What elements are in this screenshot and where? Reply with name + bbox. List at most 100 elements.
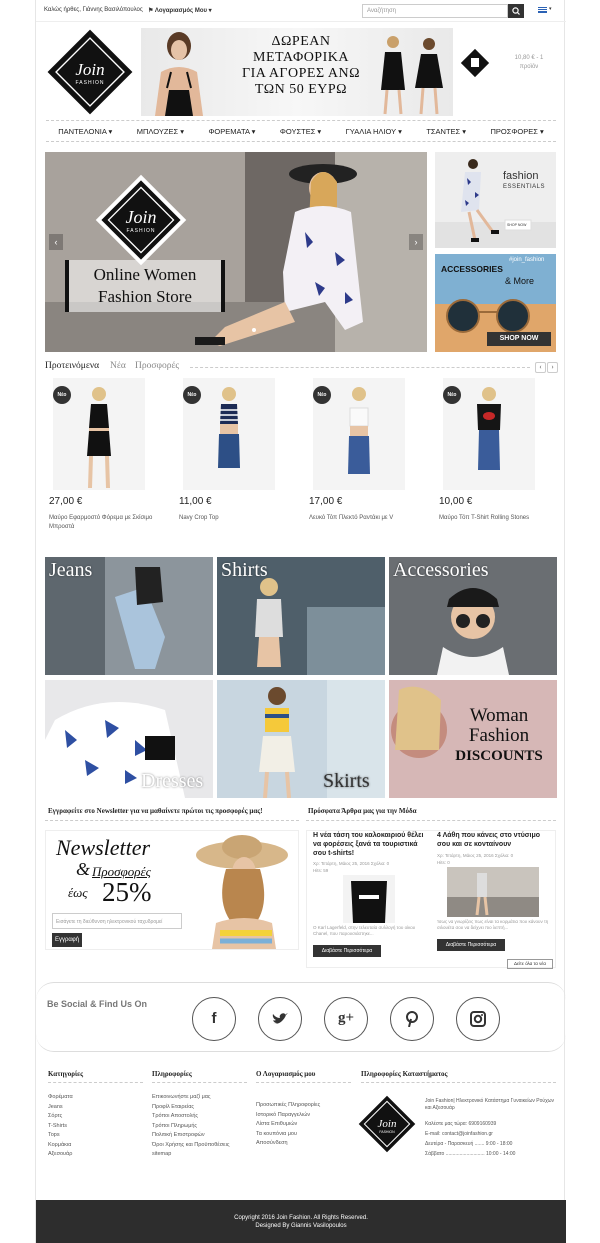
footer-link[interactable]: Φορέματα [48, 1093, 143, 1103]
newsletter-divider [45, 820, 299, 821]
hero-caption: Online Women Fashion Store [65, 260, 225, 312]
side1-subtitle: ESSENTIALS [503, 184, 546, 190]
footer-link[interactable]: Επικοινωνήστε μαζί μας [152, 1093, 247, 1103]
category-accessories[interactable]: Accessories [389, 557, 557, 675]
category-jeans[interactable]: Jeans [45, 557, 213, 675]
facebook-icon[interactable]: f [192, 997, 236, 1041]
nav-item-gyalia[interactable]: ΓΥΑΛΙΑ ΗΛΙΟΥ ▾ [346, 127, 402, 136]
pinterest-icon[interactable] [390, 997, 434, 1041]
svg-text:Join: Join [378, 1118, 397, 1130]
footer-info-heading: Πληροφορίες [152, 1070, 247, 1083]
product-name[interactable]: Μαύρο Τόπ T-Shirt Rolling Stones [439, 514, 549, 523]
accessories-banner[interactable]: #join_fashion ACCESSORIES & More SHOP NO… [435, 254, 556, 352]
product-card[interactable]: Νέο 10,00 € Μαύρο Τόπ T-Shirt Rolling St… [435, 378, 555, 538]
side1-shop-button[interactable]: SHOP NOW [507, 223, 526, 227]
blog-post-excerpt: Ο Karl Lagerfeld, στην τελευταία συλλογή… [313, 925, 416, 936]
blog-read-more-button[interactable]: Διαβάστε Περισσότερα [437, 939, 505, 951]
slider-prev-button[interactable]: ‹ [49, 234, 63, 250]
social-section: Be Social & Find Us On f g+ [36, 982, 566, 1052]
cart-amount: 10,80 € - 1 [514, 55, 544, 61]
blog-post-title[interactable]: 4 Λάθη που κάνεις στο ντύσιμο σου και σε… [437, 831, 555, 849]
category-shirts[interactable]: Shirts [217, 557, 385, 675]
footer-link[interactable]: Προφίλ Εταιρείας [152, 1103, 247, 1113]
blog-post-title[interactable]: Η νέα τάση του καλοκαιριού θέλει να φορέ… [313, 831, 431, 858]
footer-link[interactable]: Τα κουπόνια μου [256, 1130, 351, 1140]
category-discounts[interactable]: Woman Fashion DISCOUNTS [389, 680, 557, 798]
logo-text: Join [75, 60, 104, 79]
slider-next-button[interactable]: › [409, 234, 423, 250]
product-price: 11,00 € [179, 496, 212, 507]
hero-slider[interactable]: Join FASHION Online Women Fashion Store … [45, 152, 427, 352]
side2-shop-button[interactable]: SHOP NOW [487, 332, 551, 346]
tab-new[interactable]: Νέα [110, 361, 126, 371]
twitter-icon[interactable] [258, 997, 302, 1041]
product-name[interactable]: Λευκό Τόπ Πλεκτό Ραντάκι με V [309, 514, 419, 523]
footer-link[interactable]: Αποσύνδεση [256, 1139, 351, 1149]
footer-link[interactable]: Λίστα Επιθυμιών [256, 1120, 351, 1130]
footer-store-phone: Καλέστε μας τώρα: 6909160939 [425, 1121, 497, 1127]
social-title: Be Social & Find Us On [47, 999, 148, 1009]
newsletter-title: Newsletter [56, 835, 151, 860]
nav-item-blouzes[interactable]: ΜΠΛΟΥΖΕΣ ▾ [137, 127, 184, 136]
banner-line-4: ΤΩΝ 50 ΕΥΡΩ [254, 82, 348, 97]
language-caret-icon[interactable]: ▾ [549, 6, 552, 12]
tab-featured[interactable]: Προτεινόμενα [45, 361, 99, 371]
footer-link[interactable]: Tops [48, 1131, 143, 1141]
footer-link[interactable]: sitemap [152, 1150, 247, 1160]
footer-link[interactable]: Όροι Χρήσης και Προϋποθέσεις [152, 1141, 247, 1151]
blog-read-more-button[interactable]: Διαβάστε Περισσότερα [313, 945, 381, 957]
blog-heading: Πρόσφατα Άρθρα μας για την Μόδα [308, 807, 417, 815]
footer-link[interactable]: Πολιτική Επιστροφών [152, 1131, 247, 1141]
nav-item-tsantes[interactable]: ΤΣΑΝΤΕΣ ▾ [426, 127, 466, 136]
free-shipping-banner[interactable]: ΔΩΡΕΑΝ ΜΕΤΑΦΟΡΙΚΑ ΓΙΑ ΑΓΟΡΕΣ ΑΝΩ ΤΩΝ 50 … [141, 28, 453, 116]
footer-link[interactable]: Κορμάκια [48, 1141, 143, 1151]
footer-link[interactable]: T-Shirts [48, 1122, 143, 1132]
footer-info: Πληροφορίες Επικοινωνήστε μαζί μας Προφί… [152, 1070, 247, 1160]
nav-item-fouste[interactable]: ΦΟΥΣΤΕΣ ▾ [280, 127, 321, 136]
footer-link[interactable]: Jeans [48, 1103, 143, 1113]
view-all-news-button[interactable]: Δείτε όλα τα νέα [507, 959, 553, 969]
product-card[interactable]: Νέο 27,00 € Μαύρο Εφαρμοστό Φόρεμα με Σκ… [45, 378, 165, 538]
footer-link[interactable]: Προσωπικές Πληροφορίες [256, 1101, 351, 1111]
blog-post-hits: Hits: 0 [437, 860, 450, 865]
footer-logo: Join FASHION [358, 1095, 416, 1153]
search-input[interactable]: Αναζήτηση [362, 4, 508, 18]
site-logo[interactable]: Join FASHION [46, 28, 134, 116]
product-card[interactable]: Νέο 17,00 € Λευκό Τόπ Πλεκτό Ραντάκι με … [305, 378, 425, 538]
footer-link[interactable]: Σόρτς [48, 1112, 143, 1122]
footer-link[interactable]: Αξεσουάρ [48, 1150, 143, 1160]
product-name[interactable]: Navy Crop Top [179, 514, 289, 523]
banner-model-image [155, 32, 203, 116]
newsletter-subscribe-button[interactable]: Εγγραφή [52, 933, 82, 947]
new-badge: Νέο [53, 386, 71, 404]
nav-item-pantelonia[interactable]: ΠΑΝΤΕΛΟΝΙΑ ▾ [58, 127, 112, 136]
search-icon [512, 7, 520, 15]
banner-line-3: ΓΙΑ ΑΓΟΡΕΣ ΑΝΩ [242, 66, 360, 81]
newsletter-model-image [196, 835, 288, 949]
category-dresses[interactable]: Dresses [45, 680, 213, 798]
footer-link[interactable]: Τρόποι Αποστολής [152, 1112, 247, 1122]
footer-link[interactable]: Τρόποι Πληρωμής [152, 1122, 247, 1132]
instagram-icon[interactable] [456, 997, 500, 1041]
footer-account: Ο Λογαριασμός μου Προσωπικές Πληροφορίες… [256, 1070, 351, 1149]
google-plus-icon[interactable]: g+ [324, 997, 368, 1041]
fashion-essentials-banner[interactable]: fashion ESSENTIALS SHOP NOW [435, 152, 556, 248]
nav-item-foremata[interactable]: ΦΟΡΕΜΑΤΑ ▾ [208, 127, 255, 136]
language-flag-icon[interactable] [538, 7, 547, 13]
product-name[interactable]: Μαύρο Εφαρμοστό Φόρεμα με Σκίσιμο Μπροστ… [49, 514, 159, 532]
category-jeans-label: Jeans [49, 559, 93, 581]
cart-icon[interactable] [460, 48, 490, 78]
tab-offers[interactable]: Προσφορές [135, 361, 179, 371]
product-card[interactable]: Νέο 11,00 € Navy Crop Top [175, 378, 295, 538]
footer-link[interactable]: Ιστορικό Παραγγελιών [256, 1111, 351, 1121]
tabs-next-button[interactable]: › [547, 362, 558, 373]
hero-logo: Join FASHION [95, 174, 187, 266]
newsletter-email-input[interactable]: Εισάγετε τη διεύθυνση ηλεκτρονικού ταχυδ… [52, 913, 182, 929]
nav-item-prosfores[interactable]: ΠΡΟΣΦΟΡΕΣ ▾ [491, 127, 544, 136]
footer-store-email[interactable]: E-mail: contact@joinfashion.gr [425, 1130, 555, 1140]
account-menu[interactable]: ⚑ Λογαριασμός Μου ▾ [148, 7, 212, 14]
tabs-prev-button[interactable]: ‹ [535, 362, 546, 373]
cart-summary[interactable]: 10,80 € - 1 προϊόν [496, 54, 562, 72]
category-skirts[interactable]: Skirts [217, 680, 385, 798]
search-button[interactable] [508, 4, 524, 18]
